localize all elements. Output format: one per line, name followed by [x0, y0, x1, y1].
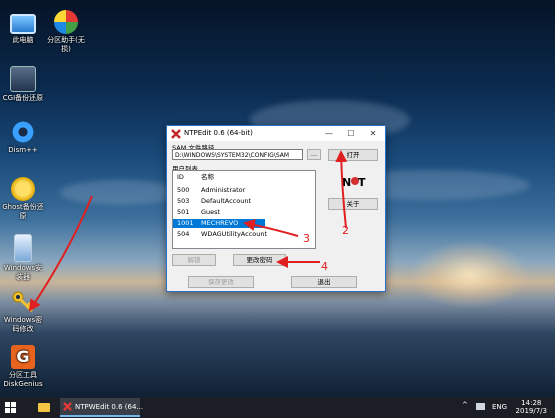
taskbar: NTPWEdit 0.6 (64... ^ ENG 14:28 2019/7/3: [0, 397, 555, 418]
annotation-layer: [28, 150, 348, 312]
clock-date: 2019/7/3: [515, 407, 547, 415]
explorer-icon[interactable]: [36, 398, 52, 417]
network-icon[interactable]: [476, 403, 485, 410]
annotation-number-4: 4: [321, 260, 328, 273]
tray-arrow-icon[interactable]: ^: [462, 401, 468, 409]
start-button[interactable]: [5, 402, 16, 413]
annotation-number-2: 2: [342, 224, 349, 237]
taskbar-app-ntpwedit[interactable]: NTPWEdit 0.6 (64...: [60, 398, 144, 417]
annotation-arrow-1: [28, 195, 93, 312]
taskbar-app-label: NTPWEdit 0.6 (64...: [75, 403, 144, 411]
clock[interactable]: 14:28 2019/7/3: [516, 399, 547, 415]
app-icon: [63, 402, 72, 411]
clock-time: 14:28: [521, 399, 542, 407]
annotation-number-3: 3: [303, 232, 310, 245]
annotation-arrow-3: [243, 219, 299, 237]
language-indicator[interactable]: ENG: [492, 403, 507, 411]
annotation-arrow-2: [335, 150, 348, 229]
